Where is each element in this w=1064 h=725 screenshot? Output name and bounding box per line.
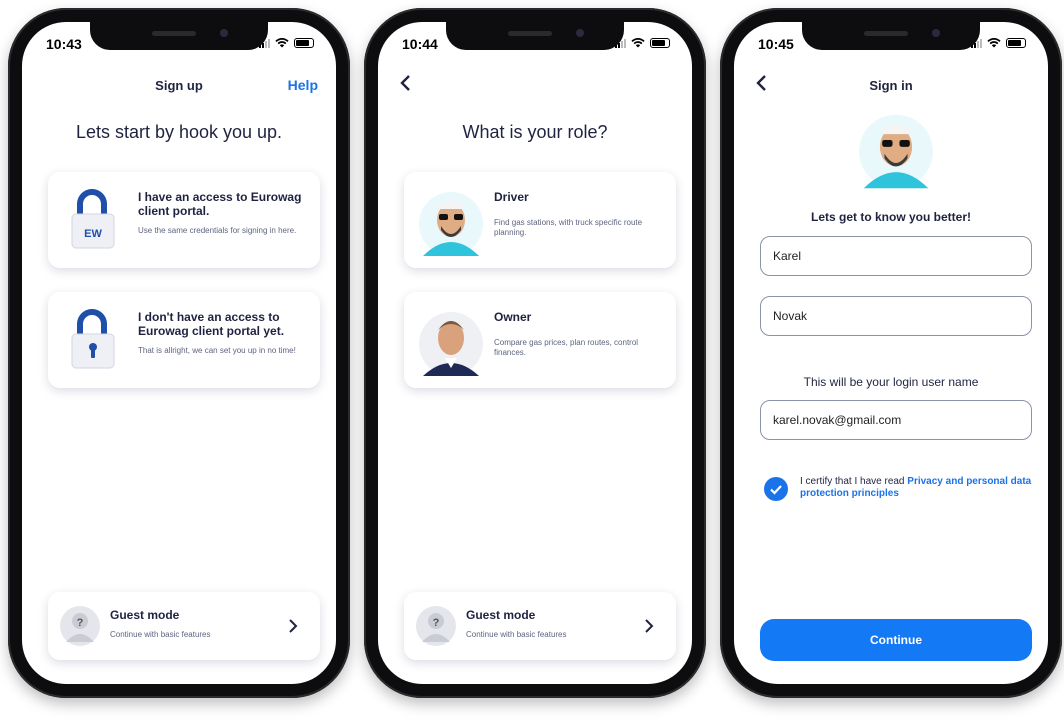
padlock-icon bbox=[71, 309, 115, 369]
card-subtitle: That is allright, we can set you up in n… bbox=[138, 346, 296, 355]
guest-subtitle: Continue with basic features bbox=[110, 630, 211, 639]
page-heading: Lets start by hook you up. bbox=[75, 122, 283, 142]
driver-avatar bbox=[419, 192, 483, 256]
checkmark-icon bbox=[770, 485, 782, 495]
card-title: I don't have an access to Eurowag client… bbox=[138, 310, 285, 338]
role-title: Owner bbox=[494, 310, 532, 324]
status-time: 10:45 bbox=[758, 36, 794, 52]
status-icons bbox=[971, 38, 1026, 48]
login-note: This will be your login user name bbox=[803, 375, 979, 389]
guest-mode-button[interactable]: ? Guest mode Continue with basic feature… bbox=[48, 592, 320, 660]
driver-avatar bbox=[859, 114, 933, 189]
guest-avatar-icon: ? bbox=[416, 606, 456, 646]
svg-text:?: ? bbox=[77, 617, 84, 629]
svg-text:?: ? bbox=[433, 617, 440, 629]
guest-subtitle: Continue with basic features bbox=[466, 630, 567, 639]
battery-icon bbox=[294, 38, 314, 48]
wifi-icon bbox=[631, 38, 645, 48]
chevron-right-icon bbox=[289, 619, 298, 633]
status-time: 10:43 bbox=[46, 36, 82, 52]
card-has-access[interactable]: EW I have an access to Eurowag client po… bbox=[48, 172, 320, 268]
role-title: Driver bbox=[494, 190, 529, 204]
first-name-field[interactable]: Karel bbox=[760, 236, 1032, 276]
card-title: I have an access to Eurowag client porta… bbox=[138, 190, 302, 218]
phone-signin: 10:45 Sign in Lets get to know you bette… bbox=[720, 8, 1062, 698]
screen-signup: 10:43 Sign up Help Lets start by hook yo… bbox=[22, 22, 336, 684]
card-subtitle: Use the same credentials for signing in … bbox=[138, 226, 297, 235]
svg-text:EW: EW bbox=[84, 228, 102, 240]
screen-signin: 10:45 Sign in Lets get to know you bette… bbox=[734, 22, 1048, 684]
chevron-right-icon bbox=[645, 619, 654, 633]
signal-icon bbox=[971, 38, 982, 48]
status-time: 10:44 bbox=[402, 36, 438, 52]
email-field[interactable]: karel.novak@gmail.com bbox=[760, 400, 1032, 440]
guest-mode-button[interactable]: ? Guest mode Continue with basic feature… bbox=[404, 592, 676, 660]
wifi-icon bbox=[275, 38, 289, 48]
role-subtitle: Find gas stations, with truck specific r… bbox=[494, 218, 643, 237]
guest-title: Guest mode bbox=[466, 608, 536, 622]
notch bbox=[446, 22, 624, 50]
role-subtitle: Compare gas prices, plan routes, control… bbox=[494, 338, 639, 357]
back-chevron-icon[interactable] bbox=[396, 73, 416, 93]
nav-title: Sign in bbox=[869, 78, 913, 93]
screen-role: 10:44 What is your role? Driver Find gas… bbox=[378, 22, 692, 684]
phone-role: 10:44 What is your role? Driver Find gas… bbox=[364, 8, 706, 698]
status-icons bbox=[259, 38, 314, 48]
status-icons bbox=[615, 38, 670, 48]
certify-text: I certify that I have read Privacy and p… bbox=[800, 476, 1032, 500]
notch bbox=[802, 22, 980, 50]
role-owner-card[interactable]: Owner Compare gas prices, plan routes, c… bbox=[404, 292, 676, 388]
card-no-access[interactable]: I don't have an access to Eurowag client… bbox=[48, 292, 320, 388]
certify-label: I certify that I have read bbox=[800, 476, 908, 487]
wifi-icon bbox=[987, 38, 1001, 48]
padlock-eurowag-icon: EW bbox=[71, 189, 115, 249]
guest-title: Guest mode bbox=[110, 608, 180, 622]
guest-avatar-icon: ? bbox=[60, 606, 100, 646]
notch bbox=[90, 22, 268, 50]
role-driver-card[interactable]: Driver Find gas stations, with truck spe… bbox=[404, 172, 676, 268]
page-heading: What is your role? bbox=[462, 122, 608, 142]
battery-icon bbox=[650, 38, 670, 48]
owner-avatar bbox=[419, 312, 483, 376]
phone-signup: 10:43 Sign up Help Lets start by hook yo… bbox=[8, 8, 350, 698]
last-name-field[interactable]: Novak bbox=[760, 296, 1032, 336]
certify-checkbox[interactable] bbox=[764, 477, 788, 501]
battery-icon bbox=[1006, 38, 1026, 48]
signal-icon bbox=[259, 38, 270, 48]
signal-icon bbox=[615, 38, 626, 48]
continue-button[interactable]: Continue bbox=[760, 619, 1032, 661]
subheading: Lets get to know you better! bbox=[810, 210, 971, 224]
help-link[interactable]: Help bbox=[288, 77, 318, 93]
